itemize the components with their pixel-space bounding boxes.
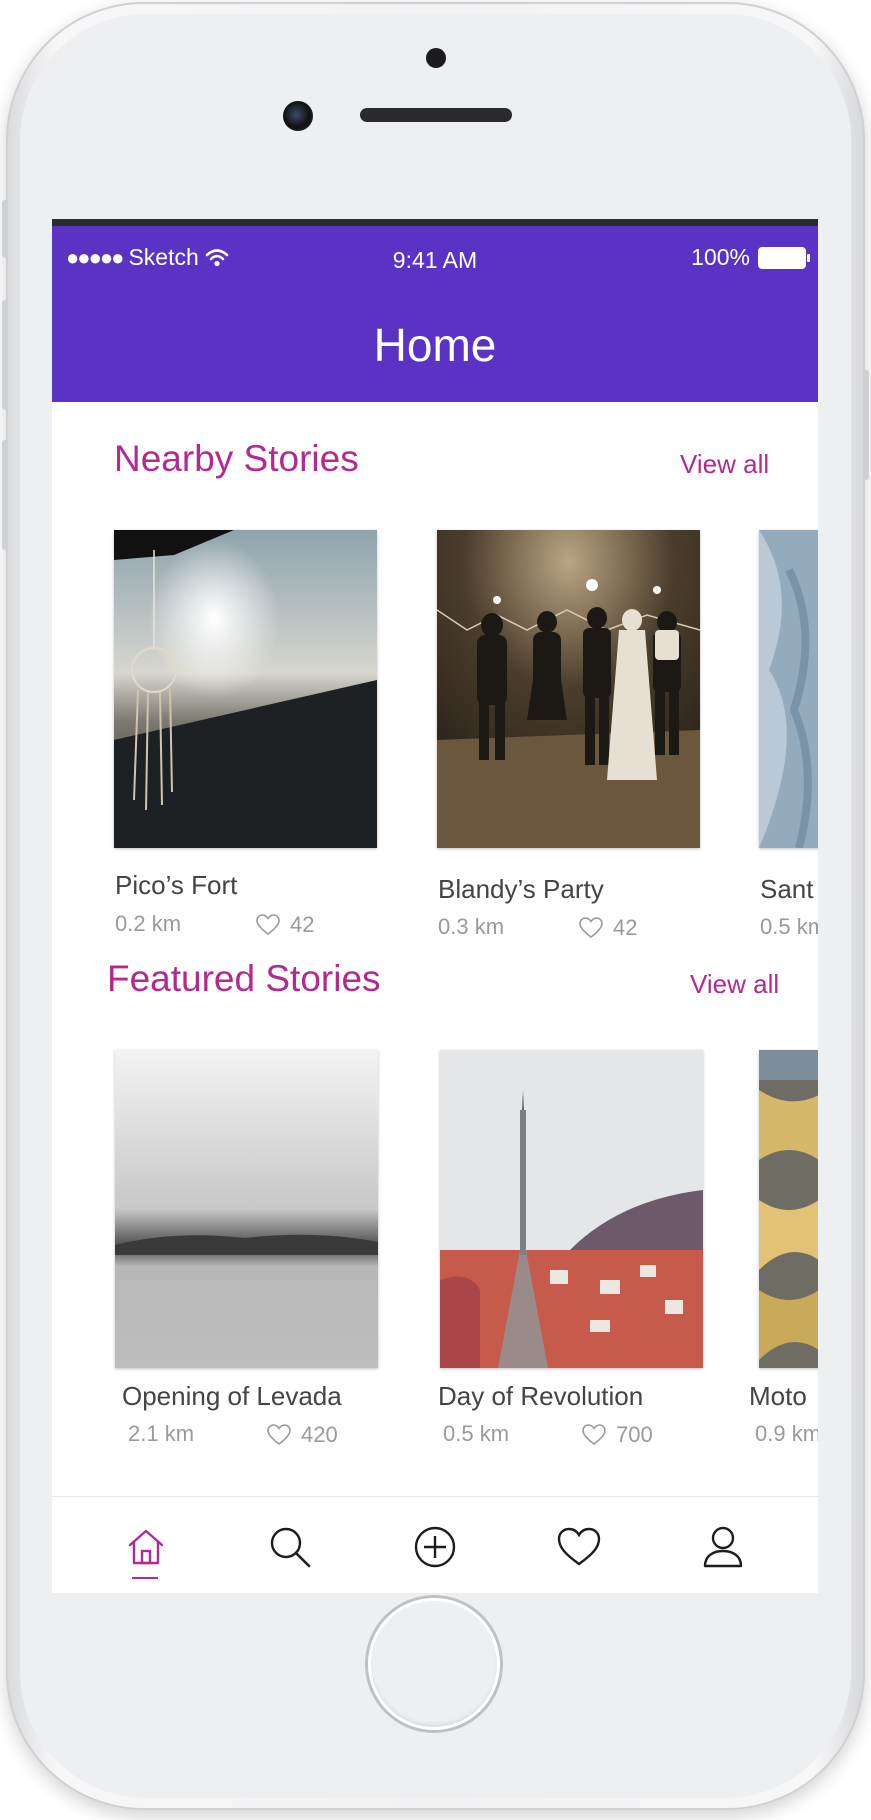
story-likes: 42 (256, 912, 314, 938)
tab-bar (52, 1496, 818, 1593)
heart-icon (256, 914, 280, 936)
status-bar: ●●●●● Sketch 9:41 AM 100% (52, 244, 818, 284)
mute-switch (2, 200, 8, 258)
story-distance: 0.5 km (443, 1421, 510, 1446)
story-image (440, 1050, 703, 1368)
story-distance: 0.3 km (438, 914, 505, 939)
story-likes: 700 (582, 1422, 653, 1448)
story-title: Sant (760, 874, 814, 904)
power-button (863, 370, 869, 480)
story-image (114, 530, 377, 848)
page-title: Home (373, 319, 497, 371)
volume-up-button (2, 300, 8, 410)
story-distance: 0.5 km (760, 914, 818, 939)
home-icon (128, 1529, 164, 1565)
nearby-stories-title: Nearby Stories (114, 438, 359, 479)
battery-icon (758, 246, 810, 269)
heart-icon (267, 1424, 291, 1446)
status-right: 100% (691, 244, 810, 271)
heart-icon (557, 1527, 601, 1566)
add-circle-icon (414, 1526, 456, 1568)
featured-view-all-link[interactable]: View all (690, 969, 779, 1000)
nearby-view-all-link[interactable]: View all (680, 449, 769, 480)
story-like-count: 42 (613, 915, 638, 940)
search-icon (270, 1527, 311, 1568)
story-image (437, 530, 700, 848)
profile-icon (703, 1526, 743, 1568)
story-distance: 0.2 km (115, 911, 182, 936)
tab-favorites[interactable] (555, 1523, 603, 1571)
front-camera (283, 101, 313, 131)
home-button[interactable] (368, 1598, 500, 1730)
story-title: Blandy’s Party (438, 874, 604, 904)
story-likes: 42 (579, 915, 637, 941)
proximity-sensor (426, 48, 446, 68)
heart-icon (582, 1424, 606, 1446)
story-image (759, 530, 818, 848)
app-screen: ●●●●● Sketch 9:41 AM 100% Home Nearby St… (52, 219, 818, 1593)
story-distance: 2.1 km (128, 1421, 195, 1446)
story-title: Pico’s Fort (115, 870, 238, 900)
tab-add[interactable] (411, 1523, 459, 1571)
tab-search[interactable] (266, 1523, 314, 1571)
story-image (759, 1050, 818, 1368)
story-like-count: 420 (301, 1422, 338, 1447)
story-distance: 0.9 km (755, 1421, 818, 1446)
active-tab-indicator (132, 1577, 158, 1579)
story-likes: 420 (267, 1422, 338, 1448)
story-title: Opening of Levada (122, 1381, 342, 1411)
tab-home[interactable] (122, 1523, 170, 1571)
story-title: Day of Revolution (438, 1381, 644, 1411)
tab-profile[interactable] (699, 1523, 747, 1571)
battery-percentage: 100% (691, 244, 750, 270)
earpiece-speaker (360, 108, 512, 122)
story-like-count: 42 (290, 912, 315, 937)
story-title: Moto (749, 1381, 807, 1411)
story-like-count: 700 (616, 1422, 653, 1447)
story-image (115, 1050, 378, 1368)
heart-icon (579, 917, 603, 939)
volume-down-button (2, 440, 8, 550)
featured-stories-title: Featured Stories (107, 958, 381, 999)
navigation-bar: ●●●●● Sketch 9:41 AM 100% Home (52, 226, 818, 402)
